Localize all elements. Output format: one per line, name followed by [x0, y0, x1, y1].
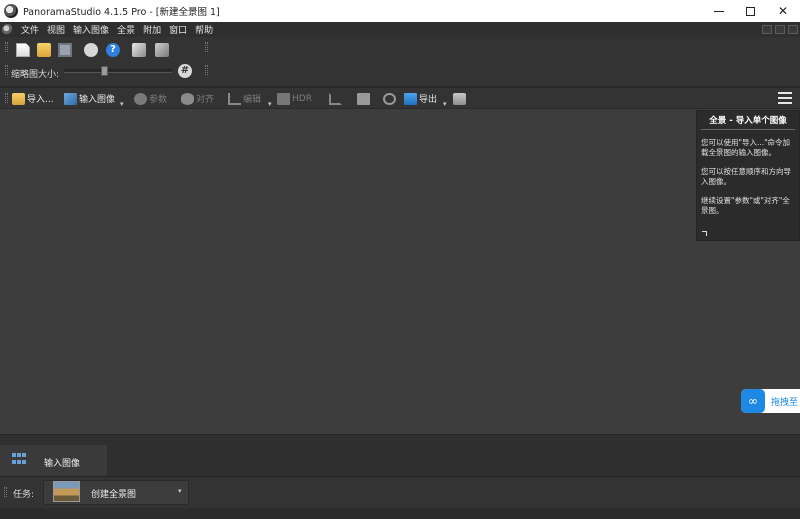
- edit-dropdown[interactable]: ▾: [268, 100, 272, 108]
- menu-view[interactable]: 视图: [47, 23, 65, 36]
- crop-button[interactable]: [329, 91, 344, 106]
- thumbnail-size-slider[interactable]: [64, 69, 172, 73]
- params-label: 参数: [149, 95, 168, 105]
- help-panel-title: 全景 - 导入单个图像: [709, 116, 787, 126]
- maximize-button[interactable]: [733, 0, 767, 22]
- open-folder-icon[interactable]: [37, 43, 51, 57]
- hdr-label: HDR: [292, 93, 312, 104]
- import-button[interactable]: 导入...: [12, 91, 54, 106]
- export-dropdown[interactable]: ▾: [443, 100, 447, 108]
- title-bar: PanoramaStudio 4.1.5 Pro - [新建全景图 1]: [0, 0, 800, 22]
- menu-input-images[interactable]: 输入图像: [73, 23, 109, 36]
- menu-panorama[interactable]: 全景: [117, 23, 135, 36]
- toolbar-grip[interactable]: [205, 65, 208, 75]
- print-icon: [453, 92, 466, 105]
- hdr-button[interactable]: HDR: [277, 91, 312, 106]
- thumbnail-size-slider-thumb[interactable]: [101, 66, 108, 76]
- input-images-icon: [64, 92, 77, 105]
- mdi-close-button[interactable]: [788, 25, 798, 34]
- panorama-thumbnail-icon: [53, 481, 80, 502]
- menu-window[interactable]: 窗口: [169, 23, 187, 36]
- hdr-icon: [277, 92, 290, 105]
- export-icon: [404, 92, 417, 105]
- status-strip: [0, 508, 800, 519]
- export-label: 导出: [419, 95, 438, 105]
- collapse-corner-icon[interactable]: [702, 231, 707, 236]
- preview-button[interactable]: [357, 91, 372, 106]
- menu-bar: 文件 视图 输入图像 全景 附加 窗口 帮助: [0, 22, 800, 37]
- info-icon[interactable]: [84, 43, 98, 57]
- main-toolbar: [0, 37, 800, 87]
- app-logo-icon: [4, 4, 18, 18]
- minimize-button[interactable]: [702, 0, 736, 22]
- window-title: PanoramaStudio 4.1.5 Pro - [新建全景图 1]: [23, 7, 220, 18]
- thumbnails-grid-icon: [12, 453, 26, 466]
- params-button[interactable]: 参数: [134, 91, 167, 106]
- minimize-icon: [714, 10, 724, 12]
- target-icon: [383, 92, 396, 105]
- grid-toggle-button[interactable]: #: [178, 64, 192, 78]
- save-icon[interactable]: [58, 43, 72, 57]
- crop-icon: [329, 92, 342, 105]
- import-label: 导入...: [27, 95, 54, 105]
- menu-extras[interactable]: 附加: [143, 23, 161, 36]
- toolbar-grip[interactable]: [205, 42, 208, 52]
- help-icon[interactable]: ?: [106, 43, 120, 57]
- toolbar-grip[interactable]: [5, 93, 8, 103]
- help-paragraph: 您可以使用"导入..."命令加载全景图的输入图像。: [701, 138, 791, 157]
- target-button[interactable]: [383, 91, 398, 106]
- preview-icon: [357, 92, 370, 105]
- toolbar-grip[interactable]: [4, 487, 7, 497]
- edit-label: 编辑: [243, 95, 262, 105]
- image-workspace[interactable]: [0, 109, 800, 434]
- drag-to-label: 拖拽至: [771, 397, 799, 408]
- help-panel: 全景 - 导入单个图像 您可以使用"导入..."命令加载全景图的输入图像。 您可…: [696, 110, 800, 241]
- tab-input-images-label: 输入图像: [44, 459, 81, 469]
- help-panel-divider: [701, 129, 795, 130]
- close-button[interactable]: ✕: [766, 0, 800, 22]
- export-button[interactable]: 导出: [404, 91, 437, 106]
- toolbar-grip[interactable]: [5, 65, 8, 75]
- input-images-label: 输入图像: [79, 95, 116, 105]
- panorama-icon[interactable]: [132, 43, 146, 57]
- thumbnail-size-label: 缩略图大小:: [11, 70, 60, 80]
- view-tab-bar: [0, 434, 800, 477]
- task-select-value: 创建全景图: [91, 490, 137, 500]
- maximize-icon: [745, 6, 755, 16]
- task-label: 任务:: [13, 490, 35, 500]
- link-icon: ∞: [741, 389, 765, 413]
- align-label: 对齐: [196, 95, 215, 105]
- import-icon: [12, 92, 25, 105]
- menu-help[interactable]: 帮助: [195, 23, 213, 36]
- chevron-down-icon[interactable]: ▾: [178, 487, 182, 495]
- panorama-export-icon[interactable]: [155, 43, 169, 57]
- menu-file[interactable]: 文件: [21, 23, 39, 36]
- hamburger-menu-icon[interactable]: [778, 92, 792, 104]
- align-button[interactable]: 对齐: [181, 91, 214, 106]
- mdi-restore-button[interactable]: [775, 25, 785, 34]
- edit-icon: [228, 92, 241, 105]
- drag-to-button[interactable]: ∞ 拖拽至: [741, 389, 800, 413]
- input-images-dropdown[interactable]: ▾: [120, 100, 124, 108]
- edit-button[interactable]: 编辑: [228, 91, 261, 106]
- help-paragraph: 继续设置"参数"或"对齐"全景图。: [701, 196, 790, 215]
- document-menu-icon[interactable]: [2, 24, 13, 35]
- print-button[interactable]: [453, 91, 468, 106]
- toolbar-grip[interactable]: [5, 42, 8, 52]
- params-icon: [134, 92, 147, 105]
- mdi-minimize-button[interactable]: [762, 25, 772, 34]
- input-images-button[interactable]: 输入图像: [64, 91, 115, 106]
- help-paragraph: 您可以按任意顺序和方向导入图像。: [701, 167, 791, 186]
- align-icon: [181, 92, 194, 105]
